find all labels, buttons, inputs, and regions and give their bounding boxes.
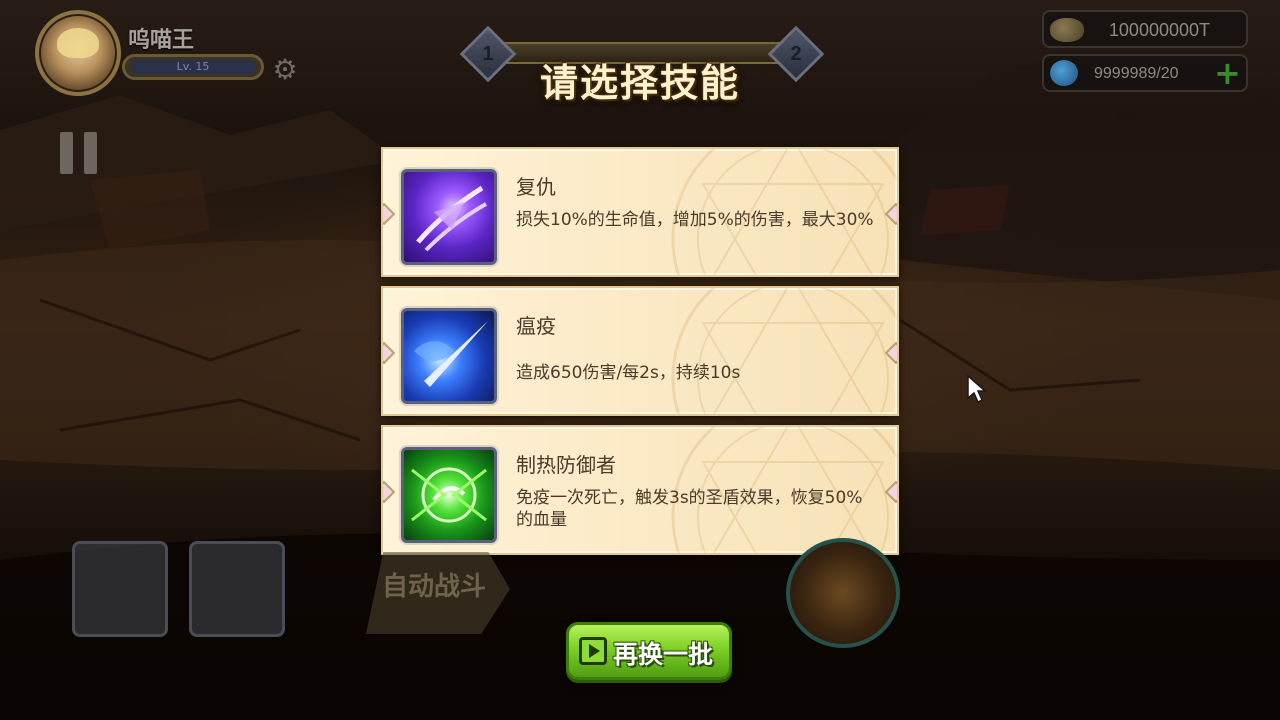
mouse-pointer-icon [967,374,987,404]
gold-counter: 100000000T [1042,10,1248,48]
play-video-icon [579,637,607,665]
refresh-skills-button[interactable]: 再换一批 [566,622,732,680]
gold-amount: 100000000T [1108,20,1210,40]
green-shield-orb-icon [401,447,497,543]
stage-marker-label: 2 [790,43,802,65]
add-energy-button[interactable]: + [1214,57,1241,89]
skill-card-revenge[interactable]: 复仇 损失10%的生命值，增加5%的伤害，最大30% [381,147,899,277]
auto-battle-label: 自动战斗 [382,572,487,602]
pause-icon-bar [84,132,97,174]
skill-slot-1[interactable] [72,541,168,637]
pause-icon-bar [60,132,73,174]
revenge-claw-icon [401,169,497,265]
plague-blade-icon [401,308,497,404]
gold-coin-icon [1050,18,1084,42]
skill-description: 损失10%的生命值，增加5%的伤害，最大30% [516,210,874,230]
gear-icon[interactable]: ⚙ [270,55,300,85]
player-avatar[interactable] [35,10,121,96]
skill-description: 造成650伤害/每2s，持续10s [516,363,741,383]
ultimate-skill-button[interactable] [786,538,900,648]
energy-amount: 9999989/20 [1094,65,1179,82]
card-gem-left [383,341,396,365]
refresh-skills-label: 再换一批 [613,640,714,669]
skill-name: 制热防御者 [516,453,616,477]
pause-button[interactable] [60,132,98,174]
skill-card-plague[interactable]: 瘟疫 造成650伤害/每2s，持续10s [381,286,899,416]
plague-blade-art [414,321,488,387]
magic-circle-decoration [671,288,897,414]
player-name: 呜喵王 [128,28,195,53]
revenge-claw-art [416,185,487,252]
panel-title: 请选择技能 [539,61,740,105]
skill-name: 瘟疫 [516,314,556,338]
skill-description: 免疫一次死亡，触发3s的圣盾效果，恢复50%的血量 [516,488,863,530]
skill-name: 复仇 [516,175,556,199]
shield-orb-art [411,467,487,523]
skill-card-heat-defender[interactable]: 制热防御者 免疫一次死亡，触发3s的圣盾效果，恢复50%的血量 [381,425,899,555]
skill-slot-2[interactable] [189,541,285,637]
card-gem-left [383,202,396,226]
card-gem-left [383,480,396,504]
level-bar: Lv. 15 [122,54,264,80]
energy-drop-icon [1050,60,1078,86]
level-label: Lv. 15 [131,60,255,74]
energy-counter: 9999989/20 + [1042,54,1248,92]
